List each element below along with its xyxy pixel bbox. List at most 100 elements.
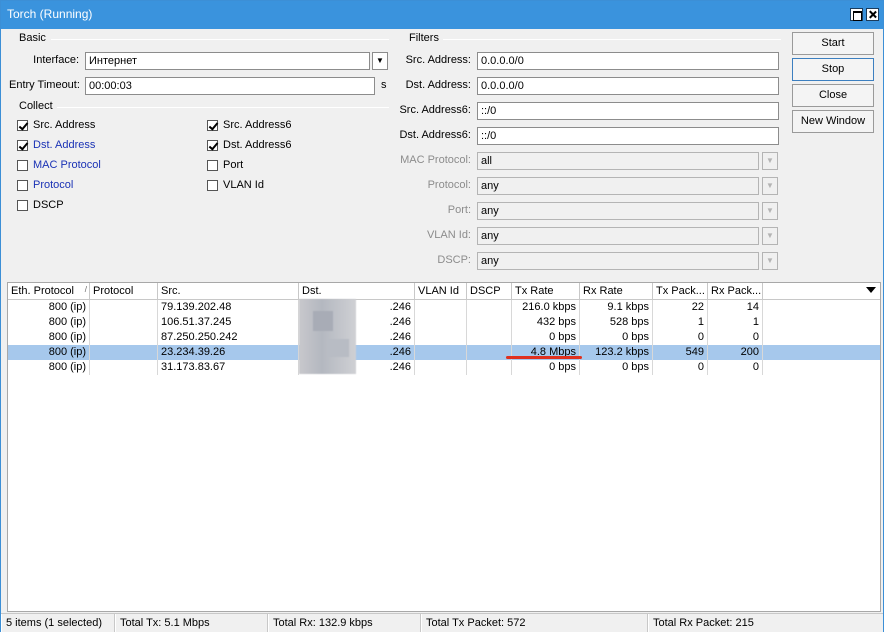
collect-vlan-id-checkbox[interactable]: VLAN Id — [207, 179, 264, 191]
checkbox-box[interactable] — [207, 179, 218, 191]
cell-rx: 9.1 kbps — [580, 300, 653, 315]
collect-src-address-checkbox[interactable]: Src. Address — [17, 119, 95, 131]
entry-timeout-input[interactable]: 00:00:03 — [85, 77, 375, 95]
src-address6-label: Src. Address6: — [399, 104, 471, 116]
cell-dscp — [467, 330, 512, 345]
src-address-input[interactable]: 0.0.0.0/0 — [477, 52, 779, 70]
table-row[interactable]: 800 (ip) 106.51.37.245.246 432 bps 528 bps 1… — [8, 315, 880, 330]
collect-dscp-checkbox[interactable]: DSCP — [17, 199, 64, 211]
title-bar[interactable]: Torch (Running) — [1, 1, 883, 29]
checkbox-box[interactable] — [17, 179, 28, 191]
port-dropdown-icon[interactable]: ▼ — [762, 202, 778, 220]
checkbox-label: MAC Protocol — [33, 159, 101, 171]
protocol-label: Protocol: — [427, 179, 471, 191]
start-button[interactable]: Start — [792, 32, 874, 55]
cell-rxp: 200 — [708, 345, 763, 360]
checkbox-box[interactable] — [17, 199, 28, 211]
vlan-id-dropdown-icon[interactable]: ▼ — [762, 227, 778, 245]
maximize-icon[interactable] — [850, 8, 863, 21]
basic-section-title: Basic — [17, 32, 48, 44]
status-total-rx: Total Rx: 132.9 kbps — [268, 614, 421, 632]
status-item-count: 5 items (1 selected) — [1, 614, 115, 632]
column-header-dscp[interactable]: DSCP — [467, 283, 512, 299]
collect-port-checkbox[interactable]: Port — [207, 159, 243, 171]
collect-protocol-checkbox[interactable]: Protocol — [17, 179, 73, 191]
cell-vlan — [415, 300, 467, 315]
src-address-label: Src. Address: — [405, 54, 471, 66]
cell-rx: 528 bps — [580, 315, 653, 330]
vlan-id-select[interactable]: any — [477, 227, 759, 245]
close-icon[interactable] — [866, 8, 879, 21]
cell-rx: 0 bps — [580, 330, 653, 345]
torch-table: Eth. Protocol / Protocol Src. Dst. VLAN … — [7, 282, 881, 612]
redacted-block — [313, 311, 333, 331]
table-row[interactable]: 800 (ip) 79.139.202.48.246 216.0 kbps 9.1 k… — [8, 300, 880, 315]
collect-mac-protocol-checkbox[interactable]: MAC Protocol — [17, 159, 101, 171]
cell-rx: 0 bps — [580, 360, 653, 375]
port-label: Port: — [447, 204, 471, 216]
protocol-dropdown-icon[interactable]: ▼ — [762, 177, 778, 195]
dst-address6-label: Dst. Address6: — [399, 129, 471, 141]
cell-proto — [90, 360, 158, 375]
collect-dst-address6-checkbox[interactable]: Dst. Address6 — [207, 139, 291, 151]
cell-eth: 800 (ip) — [8, 345, 90, 360]
column-menu-icon[interactable] — [866, 287, 876, 293]
interface-dropdown-icon[interactable]: ▼ — [372, 52, 388, 70]
column-header-protocol[interactable]: Protocol — [90, 283, 158, 299]
column-header-vlan-id[interactable]: VLAN Id — [415, 283, 467, 299]
cell-vlan — [415, 360, 467, 375]
status-total-tx-packet: Total Tx Packet: 572 — [421, 614, 648, 632]
dscp-label: DSCP: — [437, 254, 471, 266]
cell-dscp — [467, 315, 512, 330]
dscp-dropdown-icon[interactable]: ▼ — [762, 252, 778, 270]
dst-address-input[interactable]: 0.0.0.0/0 — [477, 77, 779, 95]
cell-src: 87.250.250.242 — [158, 330, 299, 345]
new-window-button[interactable]: New Window — [792, 110, 874, 133]
column-header-rx-packets[interactable]: Rx Pack... — [708, 283, 763, 299]
redacted-block — [327, 339, 349, 357]
entry-timeout-label: Entry Timeout: — [9, 79, 80, 91]
collect-src-address6-checkbox[interactable]: Src. Address6 — [207, 119, 291, 131]
checkbox-label: Dst. Address6 — [223, 139, 292, 151]
checkbox-box[interactable] — [207, 159, 218, 171]
cell-tx: 216.0 kbps — [512, 300, 580, 315]
column-header-rx-rate[interactable]: Rx Rate — [580, 283, 653, 299]
dscp-select[interactable]: any — [477, 252, 759, 270]
collect-dst-address-checkbox[interactable]: Dst. Address — [17, 139, 95, 151]
cell-eth: 800 (ip) — [8, 300, 90, 315]
checkbox-box[interactable] — [207, 139, 218, 151]
table-row[interactable]: 800 (ip) 23.234.39.26.246 4.8 Mbps 123.2 kb… — [8, 345, 880, 360]
mac-protocol-dropdown-icon[interactable]: ▼ — [762, 152, 778, 170]
mac-protocol-select[interactable]: all — [477, 152, 759, 170]
column-header-src[interactable]: Src. — [158, 283, 299, 299]
cell-eth: 800 (ip) — [8, 330, 90, 345]
column-header-dst[interactable]: Dst. — [299, 283, 415, 299]
table-row[interactable]: 800 (ip) 31.173.83.67.246 0 bps 0 bps 0 0 — [8, 360, 880, 375]
cell-proto — [90, 300, 158, 315]
cell-tx: 0 bps — [512, 360, 580, 375]
checkbox-box[interactable] — [207, 119, 218, 131]
column-header-eth-protocol[interactable]: Eth. Protocol / — [8, 283, 90, 299]
checkbox-box[interactable] — [17, 119, 28, 131]
port-select[interactable]: any — [477, 202, 759, 220]
basic-divider — [51, 39, 389, 40]
column-header-tx-rate[interactable]: Tx Rate — [512, 283, 580, 299]
checkbox-box[interactable] — [17, 159, 28, 171]
stop-button[interactable]: Stop — [792, 58, 874, 81]
protocol-select[interactable]: any — [477, 177, 759, 195]
cell-txp: 549 — [653, 345, 708, 360]
close-button[interactable]: Close — [792, 84, 874, 107]
column-menu[interactable] — [763, 283, 880, 299]
dst-address6-input[interactable]: ::/0 — [477, 127, 779, 145]
interface-label: Interface: — [33, 54, 79, 66]
column-header-tx-packets[interactable]: Tx Pack... — [653, 283, 708, 299]
cell-vlan — [415, 330, 467, 345]
cell-tx: 432 bps — [512, 315, 580, 330]
status-bar: 5 items (1 selected) Total Tx: 5.1 Mbps … — [1, 613, 883, 632]
interface-select[interactable]: Интернет — [85, 52, 370, 70]
cell-eth: 800 (ip) — [8, 360, 90, 375]
table-row[interactable]: 800 (ip) 87.250.250.242.246 0 bps 0 bps 0 0 — [8, 330, 880, 345]
sort-icon: / — [84, 285, 87, 294]
src-address6-input[interactable]: ::/0 — [477, 102, 779, 120]
checkbox-box[interactable] — [17, 139, 28, 151]
